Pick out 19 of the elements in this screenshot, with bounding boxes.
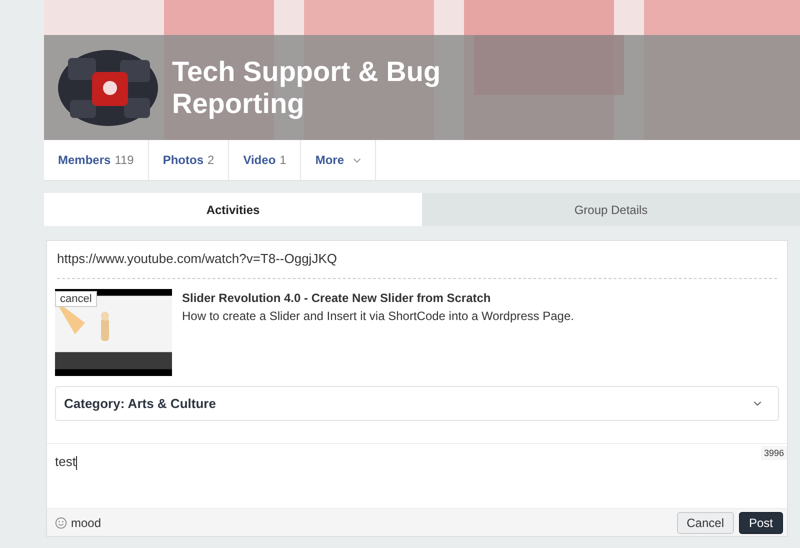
category-select[interactable]: Category: Arts & Culture: [55, 386, 779, 421]
nav-link[interactable]: Video 1: [229, 140, 302, 180]
tab[interactable]: Activities: [44, 193, 422, 226]
chevron-down-icon: [753, 401, 762, 406]
url-text: https://www.youtube.com/watch?v=T8--OggjJKQ: [57, 241, 777, 279]
chevron-down-icon: [353, 158, 362, 162]
nav-link[interactable]: More: [301, 140, 376, 180]
character-counter: 3996: [760, 446, 787, 460]
nav-link[interactable]: Photos 2: [148, 140, 230, 180]
mood-label: mood: [71, 516, 102, 530]
smiley-icon: [55, 516, 67, 528]
post-button[interactable]: Post: [738, 512, 783, 534]
nav-link[interactable]: Members 119: [44, 140, 149, 180]
mood-link[interactable]: mood: [55, 516, 102, 530]
cancel-post-button[interactable]: Cancel: [676, 512, 734, 534]
video-description: How to create a Slider and Insert it via ShortCode into a Wordpress Page.: [182, 309, 574, 323]
cancel-button[interactable]: cancel: [55, 291, 97, 307]
video-title: Slider Revolution 4.0 - Create New Slider from Scratch: [182, 291, 492, 305]
tab[interactable]: Group Details: [422, 193, 800, 226]
